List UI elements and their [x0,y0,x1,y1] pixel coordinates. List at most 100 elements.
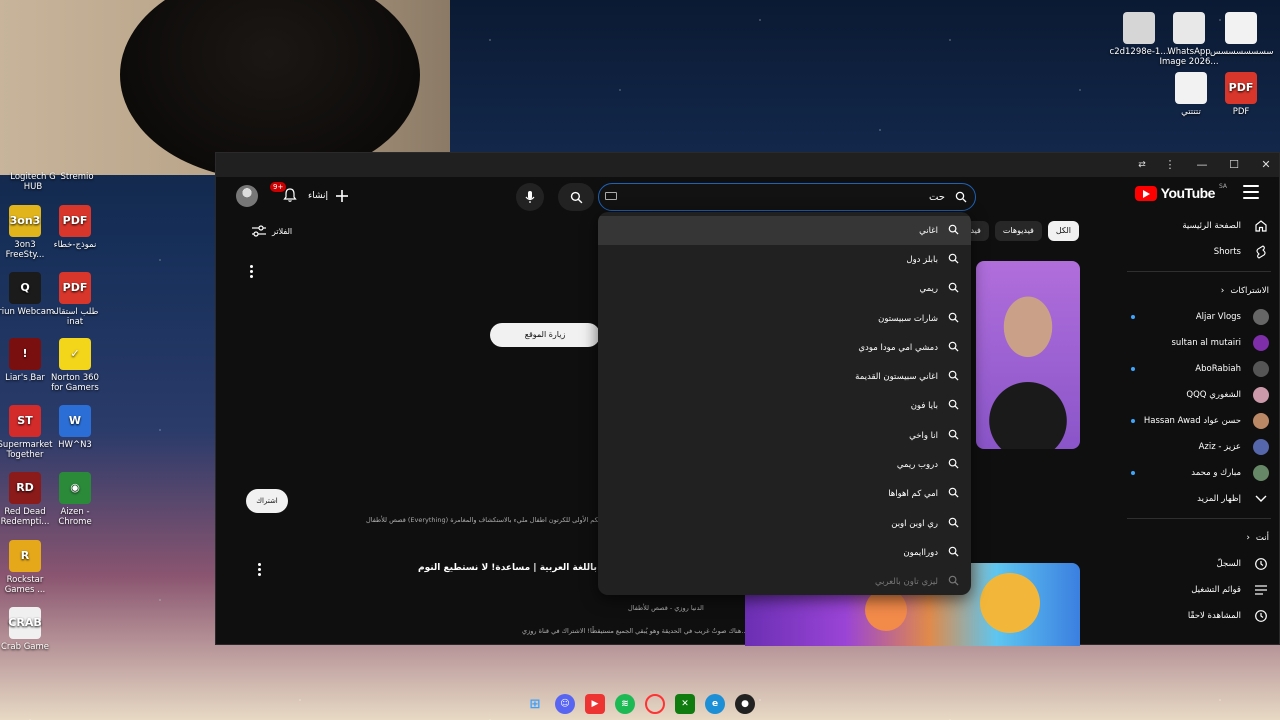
sidebar-item[interactable]: إظهار المزيد [1119,486,1279,512]
channel-avatar [1253,361,1269,377]
youtube-logo[interactable]: YouTube SA [1134,183,1227,201]
you-section-header[interactable]: أنت ‹ [1119,525,1279,551]
search-suggestion[interactable]: بايا فون [598,392,971,421]
search-suggestion[interactable]: امي كم اهواها [598,480,971,509]
spotify-icon[interactable]: ≋ [615,694,635,714]
search-suggestion[interactable]: بابلز دول [598,245,971,274]
search-icon [948,341,959,355]
search-suggestion[interactable]: شارات سبيستون [598,304,971,333]
edge-icon[interactable]: e [705,694,725,714]
sidebar-divider [1127,271,1271,272]
subscribe-button[interactable]: اشتراك [246,489,288,513]
desktop-icon-image: Q [9,272,41,304]
discord-icon[interactable]: ☺ [555,694,575,714]
filters-button[interactable]: الفلاتر [252,225,292,237]
search-icon [948,399,959,413]
notifications-button[interactable]: 9+ [270,182,297,205]
search-suggestion[interactable]: دمشي امي مودا مودي [598,333,971,362]
sidebar-item-label: الشغوري QQQ [1186,390,1241,400]
search-icon [948,429,959,443]
desktop-icon[interactable]: CRAB Crab Game [0,607,56,652]
sidebar-item[interactable]: المشاهدة لاحقًا [1119,603,1279,629]
desktop-icon[interactable]: ◉ Aizen - Chrome [44,472,106,527]
search-suggestion[interactable]: ريمي [598,275,971,304]
subscriptions-header[interactable]: الاشتراكات ‹ [1119,278,1279,304]
desktop-file-icon[interactable]: سسسسسسسس [1210,12,1273,57]
search-suggestion[interactable]: ليزي تاون بالعربي [598,568,971,595]
opera-icon[interactable] [645,694,665,714]
youtube-header: YouTube SA إنشاء 9+ [216,177,1279,213]
channel-avatar [1253,335,1269,351]
close-window-button[interactable]: ✕ [1257,157,1275,173]
subscriptions-label: الاشتراكات [1230,286,1269,296]
minimize-window-button[interactable]: — [1193,157,1211,173]
browser-titlebar[interactable]: ✕ ☐ — ⋮ ⇄ [216,153,1279,177]
xbox-icon[interactable]: ✕ [675,694,695,714]
search-icon [948,575,959,589]
desktop-icon-image: PDF [59,272,91,304]
sidebar-item[interactable]: Shorts [1119,239,1279,265]
desktop-icon[interactable]: ✓ Norton 360 for Gamers [44,338,106,393]
search-button[interactable] [558,183,594,211]
more-options-icon[interactable]: ⋮ [1161,157,1179,173]
filter-chip[interactable]: فيديوهات [994,221,1042,241]
sidebar-item[interactable]: AboRabiah [1119,356,1279,382]
search-icon [948,370,959,384]
ad-description: قصص للأطفال (Everything) وجهتكم الأولى ل… [366,516,617,524]
search-suggestion[interactable]: انا واخي [598,421,971,450]
filter-chip[interactable]: الكل [1047,221,1079,241]
ad-menu-icon[interactable] [250,265,254,278]
youtube-taskbar-icon[interactable]: ▶ [585,694,605,714]
sidebar-item[interactable]: sultan al mutairi [1119,330,1279,356]
account-avatar[interactable] [236,185,258,207]
shorts-thumbnail[interactable] [976,261,1080,449]
sidebar-item-label: الصفحة الرئيسية [1182,221,1241,231]
desktop-icon[interactable]: Stremio [46,172,108,182]
desktop-icon[interactable]: PDF نموذج-خطاء [44,205,106,250]
sidebar-item-label: المشاهدة لاحقًا [1187,611,1241,621]
sidebar-item[interactable]: حسن عواد Hassan Awad [1119,408,1279,434]
search-suggestion[interactable]: دروب ريمي [598,450,971,479]
sidebar-item[interactable]: الصفحة الرئيسية [1119,213,1279,239]
sidebar-item[interactable]: عزيز - Aziz [1119,434,1279,460]
new-content-dot [1131,471,1135,475]
search-suggestion[interactable]: ري اوبن اوبن [598,509,971,538]
video-menu-icon[interactable] [258,563,262,576]
sidebar-item-label: قوائم التشغيل [1191,585,1241,595]
app-icon[interactable]: ● [735,694,755,714]
video-description: هناك صوتٌ غريب في الحديقة وهو يُبقي الجم… [522,627,748,635]
suggestion-text: دمشي امي مودا مودي [858,342,938,353]
voice-search-button[interactable] [516,183,544,211]
hamburger-menu-icon[interactable] [1243,185,1259,199]
visit-site-button[interactable]: زيارة الموقع [490,323,600,347]
maximize-window-button[interactable]: ☐ [1225,157,1243,173]
search-suggestion[interactable]: اغاني [598,216,971,246]
region-code: SA [1218,183,1227,190]
channel-avatar [1253,413,1269,429]
create-label: إنشاء [308,191,329,201]
search-icon [948,546,959,560]
search-input[interactable] [613,188,945,206]
suggestion-text: امي كم اهواها [888,489,938,500]
desktop-icon[interactable]: R Rockstar Games ... [0,540,56,595]
translate-icon[interactable]: ⇄ [1133,157,1151,173]
cartoon-character [865,589,907,631]
sidebar-item[interactable]: قوائم التشغيل [1119,577,1279,603]
search-box[interactable] [598,183,976,211]
desktop-icon[interactable]: PDF طلب استقاله inat [44,272,106,327]
sidebar-item[interactable]: الشغوري QQQ [1119,382,1279,408]
sidebar-item[interactable]: مبارك و محمد [1119,460,1279,486]
sidebar-item-label: Shorts [1213,247,1241,257]
search-suggestion[interactable]: دوراايمون [598,538,971,567]
desktop-file-icon[interactable]: PDF PDF [1210,72,1272,117]
desktop-icon[interactable]: W HW^N3 [44,405,106,450]
windows-start-icon[interactable]: ⊞ [525,694,545,714]
file-thumbnail [1175,72,1207,104]
search-suggestion[interactable]: اغاني سبيستون القديمة [598,362,971,391]
sidebar-item[interactable]: السجلّ [1119,551,1279,577]
create-button[interactable]: إنشاء [308,185,349,207]
video-channel[interactable]: الدنيا روزي - قصص للأطفال [628,604,704,612]
chevron-left-icon: ‹ [1220,286,1225,296]
search-icon [948,312,959,326]
sidebar-item[interactable]: Aljar Vlogs [1119,304,1279,330]
